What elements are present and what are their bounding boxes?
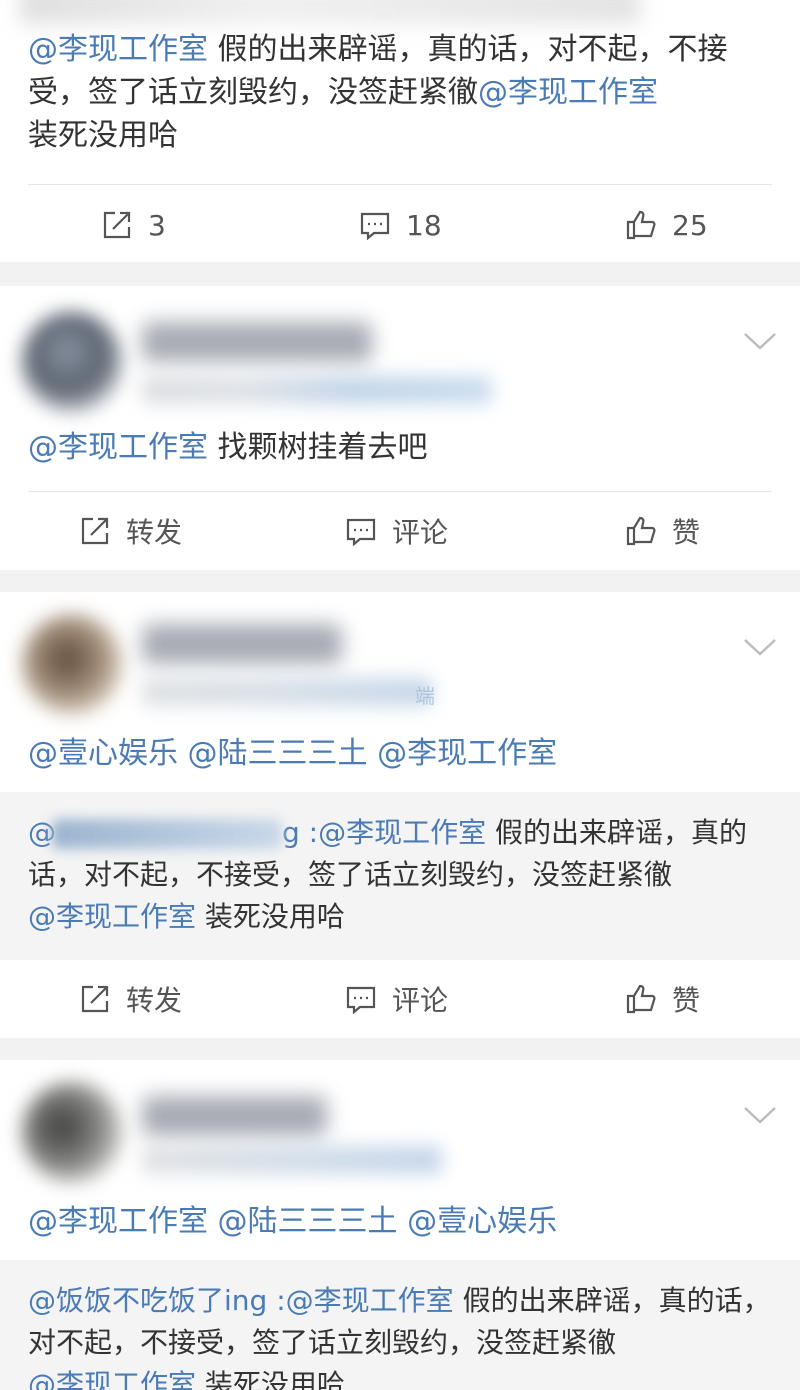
mention-link[interactable]: @李现工作室 xyxy=(28,900,196,933)
blurred-meta xyxy=(142,1146,442,1174)
blurred-quote-user[interactable] xyxy=(52,819,282,849)
meta-suffix: 端 xyxy=(415,684,435,708)
separator xyxy=(0,570,800,592)
mention-link[interactable]: @李现工作室 xyxy=(478,75,658,110)
mention-link[interactable]: @李现工作室 xyxy=(28,32,208,67)
post-text: @李现工作室 @陆三三三土 @壹心娱乐 xyxy=(28,1200,772,1243)
post-text: @李现工作室 假的出来辟谣，真的话，对不起，不接受，签了话立刻毁约，没签赶紧徹@… xyxy=(28,32,728,153)
divider xyxy=(28,491,772,492)
chevron-down-icon[interactable] xyxy=(742,636,778,658)
repost-icon xyxy=(81,517,109,545)
avatar[interactable] xyxy=(22,1082,122,1182)
comment-icon xyxy=(346,518,376,547)
action-bar: 转发 评论 赞 xyxy=(0,964,800,1034)
comment-icon xyxy=(346,986,376,1015)
repost-icon xyxy=(103,211,131,239)
mention-link[interactable]: @李现工作室 xyxy=(286,1284,454,1317)
comment-icon xyxy=(360,212,390,241)
post-text: @壹心娱乐 @陆三三三土 @李现工作室 xyxy=(28,732,772,775)
action-bar: 3 18 25 xyxy=(0,190,800,260)
post-text: @李现工作室 找颗树挂着去吧 xyxy=(28,430,428,465)
avatar[interactable] xyxy=(22,312,122,412)
repost-button[interactable]: 转发 xyxy=(78,964,182,1034)
repost-icon xyxy=(81,985,109,1013)
like-icon xyxy=(626,210,656,240)
post-card-1: @李现工作室 假的出来辟谣，真的话，对不起，不接受，签了话立刻毁约，没签赶紧徹@… xyxy=(0,0,800,262)
comment-button[interactable]: 评论 xyxy=(344,496,448,566)
blurred-meta xyxy=(142,678,432,706)
mention-links[interactable]: @李现工作室 @陆三三三土 @壹心娱乐 xyxy=(28,1204,557,1239)
divider xyxy=(28,184,772,185)
chevron-down-icon[interactable] xyxy=(742,1104,778,1126)
repost-button[interactable]: 转发 xyxy=(78,496,182,566)
quoted-post[interactable]: @饭饭不吃饭了ing :@李现工作室 假的出来辟谣，真的话，对不起，不接受，签了… xyxy=(0,1260,800,1390)
separator xyxy=(0,1038,800,1060)
post-card-4: @李现工作室 @陆三三三土 @壹心娱乐 @饭饭不吃饭了ing :@李现工作室 假… xyxy=(0,1060,800,1390)
like-button[interactable]: 赞 xyxy=(624,496,700,566)
like-button[interactable]: 25 xyxy=(624,190,708,260)
blurred-meta xyxy=(142,376,492,404)
blurred-username[interactable] xyxy=(142,624,342,664)
blurred-username[interactable] xyxy=(142,1096,327,1136)
action-bar: 转发 评论 赞 xyxy=(0,496,800,566)
separator xyxy=(0,262,800,286)
comment-button[interactable]: 18 xyxy=(358,190,442,260)
mention-link[interactable]: @李现工作室 xyxy=(28,430,208,465)
quoted-text: @饭饭不吃饭了ing :@李现工作室 假的出来辟谣，真的话，对不起，不接受，签了… xyxy=(28,1280,776,1390)
repost-button[interactable]: 3 xyxy=(100,190,166,260)
like-icon xyxy=(626,984,656,1014)
quoted-text: @ g :@李现工作室 假的出来辟谣，真的话，对不起，不接受，签了话立刻毁约，没签… xyxy=(28,816,748,933)
post-card-3: 端 @壹心娱乐 @陆三三三土 @李现工作室 @ g :@李现工作室 假的出来辟谣，… xyxy=(0,592,800,1038)
mention-links[interactable]: @壹心娱乐 @陆三三三土 @李现工作室 xyxy=(28,736,557,771)
avatar[interactable] xyxy=(22,614,122,714)
like-icon xyxy=(626,516,656,546)
mention-link[interactable]: @李现工作室 xyxy=(28,1368,196,1390)
comment-button[interactable]: 评论 xyxy=(344,964,448,1034)
chevron-down-icon[interactable] xyxy=(742,330,778,352)
post-card-2: @李现工作室 找颗树挂着去吧 转发 评论 赞 xyxy=(0,286,800,570)
quoted-post[interactable]: @ g :@李现工作室 假的出来辟谣，真的话，对不起，不接受，签了话立刻毁约，没签… xyxy=(0,792,800,960)
blurred-username[interactable] xyxy=(142,322,372,362)
blurred-header xyxy=(20,0,640,24)
quoted-user-link[interactable]: @饭饭不吃饭了ing xyxy=(28,1284,267,1317)
like-button[interactable]: 赞 xyxy=(624,964,700,1034)
mention-link[interactable]: @李现工作室 xyxy=(318,816,486,849)
